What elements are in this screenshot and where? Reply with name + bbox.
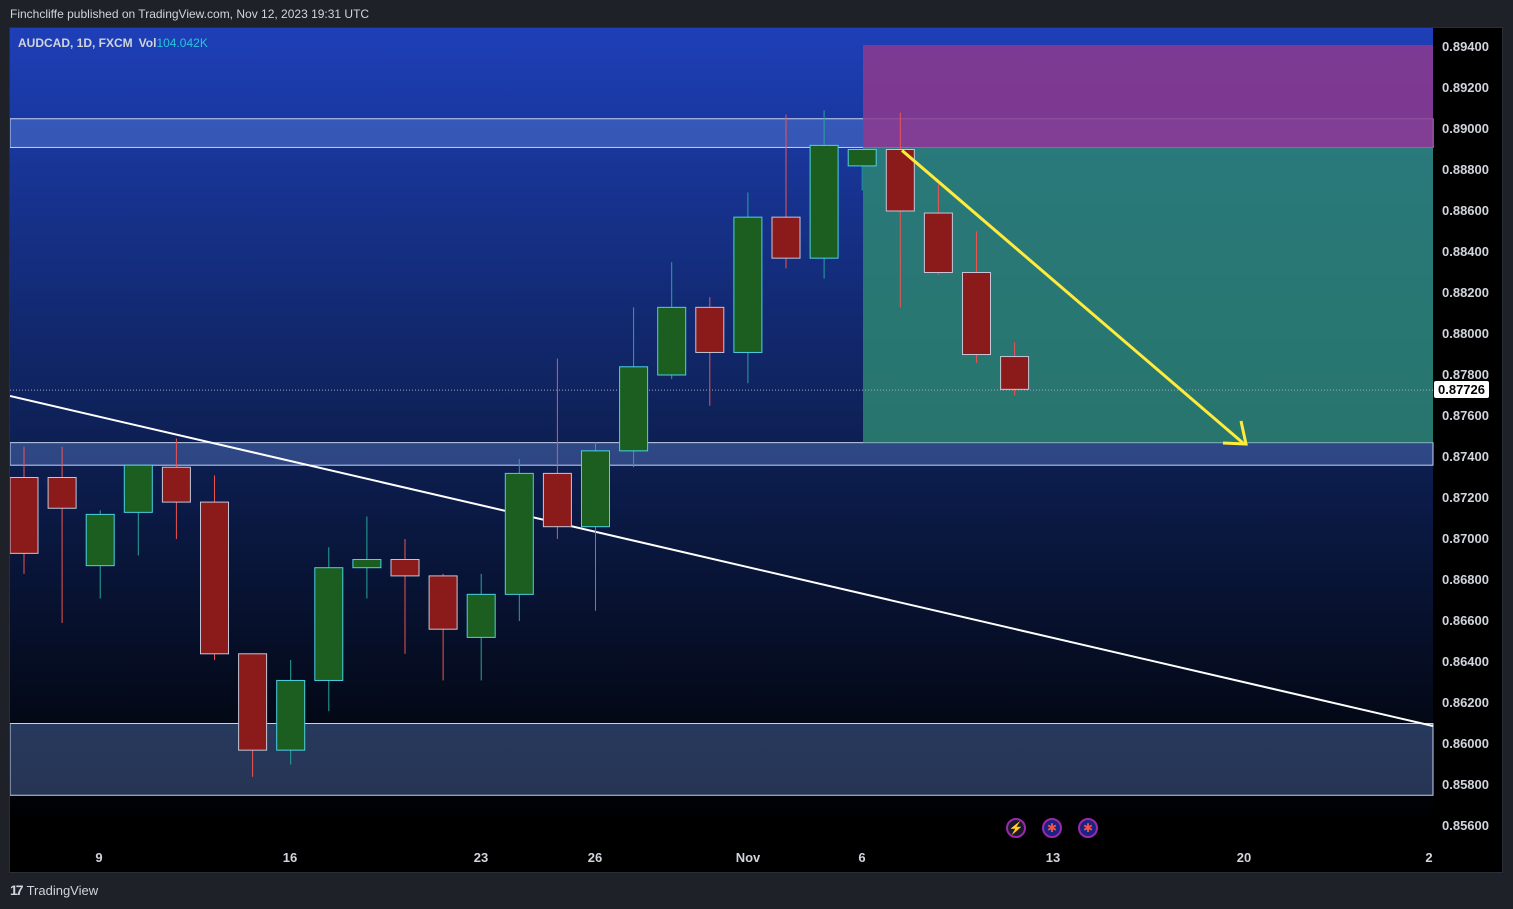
tradingview-logo-icon: 17 (10, 882, 24, 898)
candle (1000, 356, 1030, 390)
y-tick-label: 0.89000 (1442, 121, 1489, 136)
candle (657, 306, 687, 376)
bolt-icon[interactable]: ⚡ (1006, 818, 1026, 838)
y-tick-label: 0.86400 (1442, 654, 1489, 669)
candle (581, 450, 610, 528)
y-tick-label: 0.89200 (1442, 80, 1489, 95)
candle (771, 216, 801, 259)
y-tick-label: 0.85600 (1442, 818, 1489, 833)
footer-brand: TradingView (26, 882, 99, 898)
candle (428, 575, 458, 630)
x-tick-label: 23 (474, 850, 488, 865)
candle (161, 466, 191, 503)
flag-icon[interactable]: ✱ (1042, 818, 1062, 838)
candle (200, 501, 229, 655)
legend-symbol: AUDCAD, 1D, FXCM (18, 36, 133, 50)
candle (276, 679, 306, 751)
x-tick-label: Nov (736, 850, 761, 865)
candle (619, 366, 649, 452)
flag-icon[interactable]: ✱ (1078, 818, 1098, 838)
y-tick-label: 0.87200 (1442, 490, 1489, 505)
sr-zone-2 (10, 723, 1434, 796)
candle (466, 593, 496, 638)
x-tick-label: 2 (1425, 850, 1432, 865)
x-tick-label: 6 (858, 850, 865, 865)
candle (390, 559, 420, 577)
candlestick-chart[interactable]: 0.89400 0.89200 0.89000 0.88800 0.88600 0.884… (10, 28, 1503, 873)
y-tick-label: 0.89400 (1442, 39, 1489, 54)
y-tick-label: 0.86800 (1442, 572, 1489, 587)
candle (809, 144, 839, 259)
candle (238, 653, 268, 751)
y-tick-label: 0.88800 (1442, 162, 1489, 177)
publisher-header: Finchcliffe published on TradingView.com… (10, 7, 370, 21)
candle (47, 477, 77, 509)
candle (962, 272, 991, 355)
candle (923, 212, 953, 274)
candle (504, 472, 534, 595)
candle (542, 472, 572, 528)
y-tick-label: 0.86600 (1442, 613, 1489, 628)
y-tick-label: 0.87000 (1442, 531, 1489, 546)
stop-loss-zone (863, 44, 1433, 148)
candle (314, 567, 344, 681)
event-icons: ⚡ ✱ ✱ (1006, 818, 1098, 838)
x-tick-label: 16 (283, 850, 297, 865)
y-tick-label: 0.88600 (1442, 203, 1489, 218)
chart-frame[interactable]: 0.89400 0.89200 0.89000 0.88800 0.88600 0.884… (9, 27, 1503, 873)
y-tick-label: 0.86200 (1442, 695, 1489, 710)
legend-vol-label: Vol (138, 36, 157, 50)
y-tick-label: 0.87800 (1442, 367, 1489, 382)
x-tick-label: 9 (95, 850, 102, 865)
y-tick-label: 0.86000 (1442, 736, 1489, 751)
y-tick-label: 0.85800 (1442, 777, 1489, 792)
candle (847, 149, 877, 167)
candle (10, 477, 39, 554)
x-tick-label: 20 (1237, 850, 1251, 865)
x-tick-label: 26 (588, 850, 602, 865)
y-tick-label: 0.87400 (1442, 449, 1489, 464)
y-tick-label: 0.88200 (1442, 285, 1489, 300)
chart-legend: AUDCAD, 1D, FXCM Vol 104.042K (18, 36, 208, 50)
x-tick-label: 13 (1046, 850, 1060, 865)
candle (85, 513, 115, 567)
candle (733, 216, 763, 353)
y-tick-label: 0.88400 (1442, 244, 1489, 259)
y-tick-label: 0.88000 (1442, 326, 1489, 341)
candle (352, 559, 382, 569)
candle (123, 464, 153, 513)
current-price-tag: 0.87726 (1434, 381, 1489, 399)
candle (695, 306, 725, 353)
y-tick-label: 0.87600 (1442, 408, 1489, 423)
legend-vol-value: 104.042K (156, 36, 208, 50)
footer: 17 TradingView (10, 882, 98, 898)
